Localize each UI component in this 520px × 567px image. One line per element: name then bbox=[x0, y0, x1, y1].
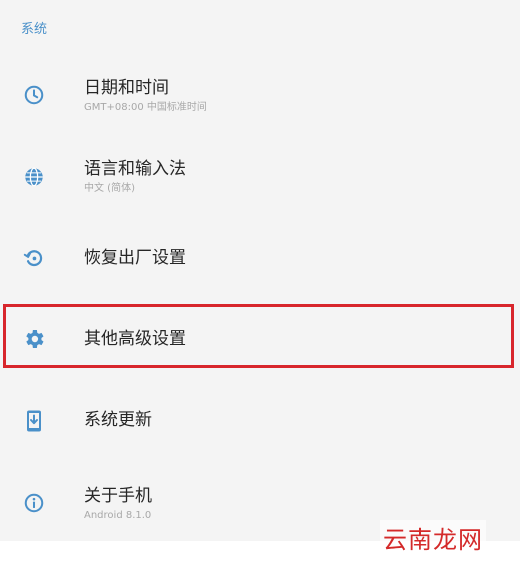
settings-item-subtitle: 中文 (简体) bbox=[84, 183, 135, 194]
settings-screen: 系统 日期和时间 GMT+08:00 中国标准时间 语言和输入法 中文 (简体) bbox=[0, 0, 520, 567]
system-update-icon bbox=[22, 409, 46, 433]
settings-item-title: 恢复出厂设置 bbox=[84, 248, 186, 268]
settings-item-date-time[interactable]: 日期和时间 GMT+08:00 中国标准时间 bbox=[0, 72, 520, 120]
section-header: 系统 bbox=[21, 22, 48, 37]
settings-item-title: 其他高级设置 bbox=[84, 329, 186, 349]
restore-icon bbox=[22, 246, 46, 270]
settings-item-factory-reset[interactable]: 恢复出厂设置 bbox=[0, 236, 520, 280]
settings-item-language-input[interactable]: 语言和输入法 中文 (简体) bbox=[0, 153, 520, 201]
settings-item-title: 系统更新 bbox=[84, 410, 152, 430]
settings-item-system-update[interactable]: 系统更新 bbox=[0, 398, 520, 444]
globe-icon bbox=[22, 165, 46, 189]
info-icon bbox=[22, 491, 46, 515]
gear-icon bbox=[22, 327, 46, 351]
settings-item-subtitle: GMT+08:00 中国标准时间 bbox=[84, 102, 207, 113]
settings-item-title: 日期和时间 bbox=[84, 78, 169, 98]
clock-icon bbox=[22, 83, 46, 107]
watermark: 云南龙网 bbox=[380, 520, 486, 555]
settings-item-subtitle: Android 8.1.0 bbox=[84, 510, 152, 521]
settings-item-title: 关于手机 bbox=[84, 486, 152, 506]
settings-item-advanced[interactable]: 其他高级设置 bbox=[0, 316, 520, 362]
settings-item-title: 语言和输入法 bbox=[84, 159, 186, 179]
